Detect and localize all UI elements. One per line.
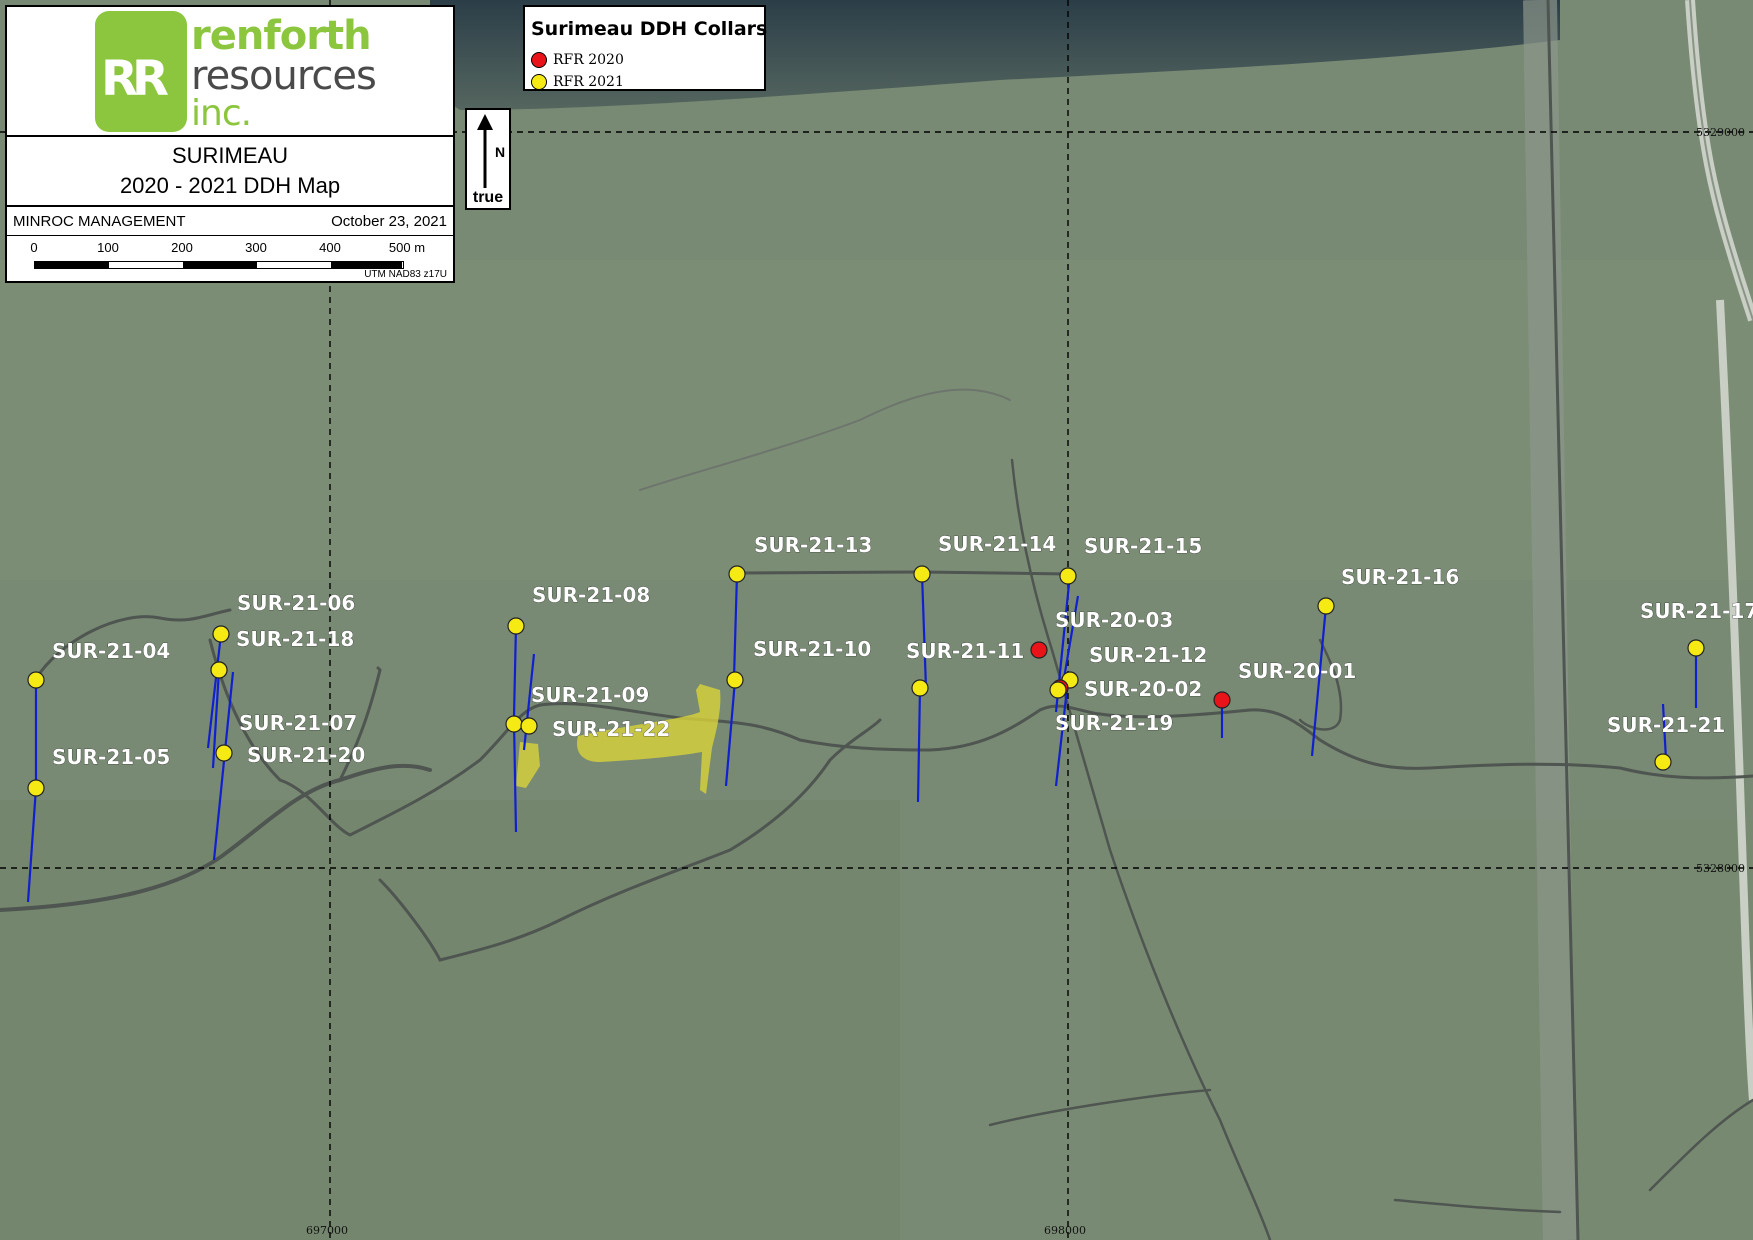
collar-marker [1687,639,1705,657]
collar-marker [1030,641,1048,659]
collar-label: SUR-21-22 [552,717,670,741]
collar-marker [728,565,746,583]
collar-label: SUR-20-02 [1084,677,1202,701]
collar-label: SUR-21-05 [52,745,170,769]
grid-label-northing: 5328000 [1696,862,1745,875]
collar-marker [520,717,538,735]
legend-title: Surimeau DDH Collars [531,18,768,40]
map-title: SURIMEAU [171,143,289,168]
collar-label: SUR-21-13 [754,533,872,557]
grid-label-easting: 698000 [1044,1224,1086,1237]
collar-label: SUR-20-03 [1055,608,1173,632]
collar-label: SUR-21-15 [1084,534,1202,558]
collar-marker [1049,681,1067,699]
grid-label-northing: 5329000 [1696,126,1745,139]
yellow-dot-icon [531,74,547,90]
collar-label: SUR-21-19 [1055,711,1173,735]
collar-label: SUR-21-12 [1089,643,1207,667]
collar-marker [1213,691,1231,709]
legend: Surimeau DDH Collars RFR 2020 RFR 2021 [523,5,768,93]
logo-mark: RR [95,11,187,132]
logo-text: inc. [191,93,252,134]
forest-patch [0,260,1753,580]
info-row: MINROC MANAGEMENT October 23, 2021 [7,205,453,237]
collar-label: SUR-21-18 [236,627,354,651]
collar-label: SUR-21-06 [237,591,355,615]
collar-marker [210,661,228,679]
scale-bar [34,261,404,269]
collar-label: SUR-21-17 [1640,599,1753,623]
legend-label: RFR 2021 [553,74,624,90]
company-name: MINROC MANAGEMENT [13,213,186,230]
scale-segment [331,262,402,268]
collar-marker [215,744,233,762]
red-dot-icon [531,52,547,68]
collar-label: SUR-21-11 [906,639,1024,663]
north-letter: N [495,144,506,160]
company-logo: RR renforth resources inc. [7,7,453,137]
scale-label: 300 [245,240,267,255]
forest-patch [0,800,900,1240]
collar-label: SUR-21-04 [52,639,170,663]
collar-label: SUR-21-20 [247,743,365,767]
collar-label: SUR-21-21 [1607,713,1725,737]
map-subtitle: 2020 - 2021 DDH Map [119,173,341,198]
collar-marker [1059,567,1077,585]
map-date: October 23, 2021 [331,213,447,230]
scale-label: 400 [319,240,341,255]
collar-marker [913,565,931,583]
scale-label: 100 [97,240,119,255]
north-arrow: N true [465,108,511,210]
collar-label: SUR-21-08 [532,583,650,607]
legend-item: RFR 2021 [531,71,624,93]
collar-label: SUR-21-09 [531,683,649,707]
collar-marker [212,625,230,643]
grid-label-easting: 697000 [306,1224,348,1237]
collar-marker [27,671,45,689]
collar-label: SUR-21-16 [1341,565,1459,589]
collar-marker [505,715,523,733]
collar-marker [507,617,525,635]
title-block: RR renforth resources inc. SURIMEAU 2020… [5,5,455,283]
powerline-corridor [1523,0,1577,1240]
collar-marker [27,779,45,797]
scale-label: 0 [30,240,38,255]
legend-item: RFR 2020 [531,49,624,71]
scale-bar-area: 0 100 200 300 400 500 m UTM NAD83 z17U [7,235,453,282]
collar-label: SUR-21-07 [239,711,357,735]
collar-label: SUR-21-14 [938,532,1056,556]
legend-label: RFR 2020 [553,52,624,68]
scale-segment [35,262,109,268]
forest-patch [1100,820,1753,1240]
scale-label: 500 m [388,240,426,255]
collar-label: SUR-20-01 [1238,659,1356,683]
projection-label: UTM NAD83 z17U [364,269,447,280]
collar-marker [1654,753,1672,771]
collar-marker [911,679,929,697]
north-true-label: true [472,189,504,206]
collar-label: SUR-21-10 [753,637,871,661]
collar-marker [726,671,744,689]
scale-segment [183,262,257,268]
scale-label: 200 [171,240,193,255]
collar-marker [1317,597,1335,615]
